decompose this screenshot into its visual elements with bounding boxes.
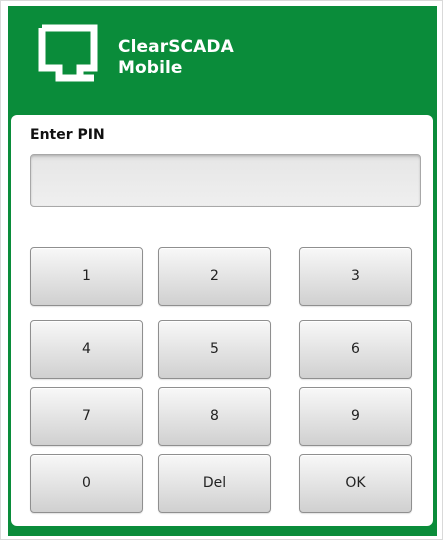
pin-input[interactable] bbox=[30, 154, 421, 207]
app-title-line-2: Mobile bbox=[118, 58, 183, 78]
key-7-button[interactable]: 7 bbox=[30, 387, 143, 446]
app-title: ClearSCADA Mobile bbox=[118, 37, 234, 79]
key-8-button[interactable]: 8 bbox=[158, 387, 271, 446]
key-0-button[interactable]: 0 bbox=[30, 454, 143, 513]
app-header: ClearSCADA Mobile bbox=[8, 6, 437, 114]
delete-button[interactable]: Del bbox=[158, 454, 271, 513]
key-4-button[interactable]: 4 bbox=[30, 320, 143, 379]
pin-label: Enter PIN bbox=[30, 127, 105, 143]
clearscada-logo-icon bbox=[38, 24, 98, 82]
key-6-button[interactable]: 6 bbox=[299, 320, 412, 379]
key-5-button[interactable]: 5 bbox=[158, 320, 271, 379]
key-1-button[interactable]: 1 bbox=[30, 247, 143, 306]
key-9-button[interactable]: 9 bbox=[299, 387, 412, 446]
ok-button[interactable]: OK bbox=[299, 454, 412, 513]
device-frame: ClearSCADA Mobile Enter PIN 1 2 3 4 5 6 … bbox=[0, 0, 443, 540]
key-2-button[interactable]: 2 bbox=[158, 247, 271, 306]
app-title-line-1: ClearSCADA bbox=[118, 37, 234, 57]
pin-keypad: 1 2 3 4 5 6 7 8 9 0 Del OK bbox=[30, 247, 421, 513]
key-3-button[interactable]: 3 bbox=[299, 247, 412, 306]
